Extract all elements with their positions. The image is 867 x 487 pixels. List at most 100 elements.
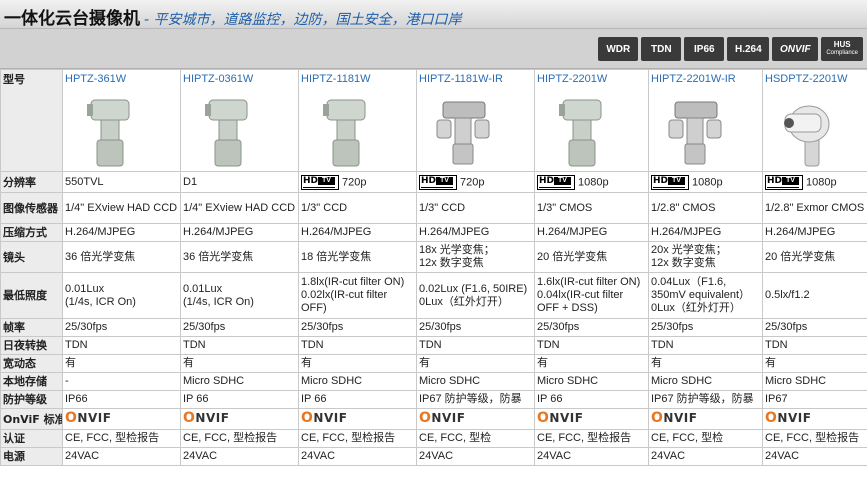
ir-ptz-camera-icon — [665, 90, 725, 170]
onvif-cell: ONVIF — [62, 408, 181, 430]
onvif-logo-icon: ONVIF — [765, 410, 812, 426]
row-label-day_night: 日夜转换 — [0, 336, 63, 355]
protection-cell: IP 66 — [298, 390, 417, 409]
row-label-cert: 认证 — [0, 429, 63, 448]
feature-badge-bar: WDR TDN IP66 H.264 ONVIF HUS Compliance — [0, 29, 867, 69]
wdr-cell: 有 — [62, 354, 181, 373]
min_illum-cell: 0.01Lux (1/4s, ICR On) — [62, 272, 181, 319]
resolution-value: 1080p — [578, 175, 609, 188]
resolution-cell: HD TV 1080p — [648, 171, 763, 193]
min_illum-cell: 0.02Lux (F1.6, 50IRE) 0Lux（红外灯开） — [416, 272, 535, 319]
product-model-name: HIPTZ-2201W-IR — [651, 73, 736, 85]
compression-cell: H.264/MJPEG — [298, 223, 417, 242]
min_illum-cell: 0.01Lux (1/4s, ICR On) — [180, 272, 299, 319]
product-model-cell: HPTZ-361W — [62, 69, 181, 172]
fps-cell: 25/30fps — [62, 318, 181, 337]
row-compression: 压缩方式 H.264/MJPEG H.264/MJPEG H.264/MJPEG H.2… — [0, 223, 867, 242]
product-model-name: HPTZ-361W — [65, 73, 127, 85]
row-onvif: OnViF 标准 ONVIF ONVIF ONVIF ONVIF ONVIF ONVIF ON… — [0, 408, 867, 430]
row-storage: 本地存储 - Micro SDHC Micro SDHC Micro SDHC Micro… — [0, 372, 867, 391]
page-header: 一体化云台摄像机 - 平安城市，道路监控，边防，国土安全，港口口岸 — [0, 0, 867, 29]
lens-cell: 18 倍光学变焦 — [298, 241, 417, 273]
product-model-name: HSDPTZ-2201W — [765, 73, 848, 85]
dome-ptz-camera-icon — [779, 90, 839, 170]
resolution-value: D1 — [183, 175, 198, 188]
wdr-cell: 有 — [416, 354, 535, 373]
power-cell: 24VAC — [180, 447, 299, 466]
compression-cell: H.264/MJPEG — [416, 223, 535, 242]
compression-cell: H.264/MJPEG — [180, 223, 299, 242]
protection-cell: IP66 — [62, 390, 181, 409]
product-model-name: HIPTZ-2201W — [537, 73, 608, 85]
protection-cell: IP67 — [762, 390, 867, 409]
day_night-cell: TDN — [180, 336, 299, 355]
power-cell: 24VAC — [648, 447, 763, 466]
lens-cell: 20 倍光学变焦 — [534, 241, 649, 273]
storage-cell: Micro SDHC — [648, 372, 763, 391]
onvif-cell: ONVIF — [416, 408, 535, 430]
onvif-cell: ONVIF — [298, 408, 417, 430]
sensor-cell: 1/2.8" Exmor CMOS — [762, 192, 867, 224]
sensor-cell: 1/3" CCD — [416, 192, 535, 224]
ptz-camera-icon — [79, 90, 139, 170]
row-power: 电源 24VAC 24VAC 24VAC 24VAC 24VAC 24VAC 24VAC — [0, 447, 867, 466]
row-resolution: 分辨率 550TVL D1 HD TV 720p HD TV 720p HD TV 1080p HD TV… — [0, 171, 867, 193]
wdr-cell: 有 — [180, 354, 299, 373]
cert-cell: CE, FCC, 型检报告 — [298, 429, 417, 448]
hdtv-logo-icon: HD TV — [419, 174, 457, 190]
fps-cell: 25/30fps — [534, 318, 649, 337]
resolution-value: 1080p — [692, 175, 723, 188]
product-model-cell: HIPTZ-1181W — [298, 69, 417, 172]
power-cell: 24VAC — [762, 447, 867, 466]
min_illum-cell: 0.5lx/f1.2 — [762, 272, 867, 319]
power-cell: 24VAC — [534, 447, 649, 466]
product-model-cell: HIPTZ-0361W — [180, 69, 299, 172]
badge-hus-compliance: HUS Compliance — [821, 37, 863, 61]
cert-cell: CE, FCC, 型检报告 — [762, 429, 867, 448]
row-label-min_illum: 最低照度 — [0, 272, 63, 319]
row-label-fps: 帧率 — [0, 318, 63, 337]
onvif-logo-icon: ONVIF — [651, 410, 698, 426]
min_illum-cell: 1.6lx(IR-cut filter ON) 0.04lx(IR-cut fi… — [534, 272, 649, 319]
storage-cell: Micro SDHC — [534, 372, 649, 391]
badge-onvif: ONVIF — [772, 37, 819, 61]
day_night-cell: TDN — [762, 336, 867, 355]
fps-cell: 25/30fps — [416, 318, 535, 337]
protection-cell: IP 66 — [534, 390, 649, 409]
product-model-name: HIPTZ-1181W-IR — [419, 73, 503, 85]
product-model-cell: HSDPTZ-2201W — [762, 69, 867, 172]
day_night-cell: TDN — [534, 336, 649, 355]
ir-ptz-camera-icon — [433, 90, 493, 170]
lens-cell: 20x 光学变焦； 12x 数字变焦 — [648, 241, 763, 273]
cert-cell: CE, FCC, 型检报告 — [534, 429, 649, 448]
storage-cell: Micro SDHC — [762, 372, 867, 391]
resolution-cell: D1 — [180, 171, 299, 193]
compression-cell: H.264/MJPEG — [534, 223, 649, 242]
row-label-protection: 防护等级 — [0, 390, 63, 409]
sensor-cell: 1/2.8" CMOS — [648, 192, 763, 224]
feature-badges: WDR TDN IP66 H.264 ONVIF HUS Compliance — [598, 37, 863, 61]
row-label-model: 型号 — [0, 69, 63, 172]
wdr-cell: 有 — [534, 354, 649, 373]
wdr-cell: 有 — [762, 354, 867, 373]
product-model-cell: HIPTZ-1181W-IR — [416, 69, 535, 172]
onvif-cell: ONVIF — [180, 408, 299, 430]
compression-cell: H.264/MJPEG — [762, 223, 867, 242]
resolution-cell: 550TVL — [62, 171, 181, 193]
min_illum-cell: 0.04Lux（F1.6, 350mV equivalent） 0Lux（红外灯… — [648, 272, 763, 319]
resolution-value: 550TVL — [65, 175, 104, 188]
onvif-cell: ONVIF — [534, 408, 649, 430]
badge-wdr: WDR — [598, 37, 639, 61]
storage-cell: Micro SDHC — [416, 372, 535, 391]
product-model-name: HIPTZ-0361W — [183, 73, 254, 85]
badge-ip66: IP66 — [684, 37, 725, 61]
hdtv-logo-icon: HD TV — [651, 174, 689, 190]
product-model-cell: HIPTZ-2201W — [534, 69, 649, 172]
power-cell: 24VAC — [298, 447, 417, 466]
protection-cell: IP67 防护等级，防暴 — [648, 390, 763, 409]
protection-cell: IP 66 — [180, 390, 299, 409]
sensor-cell: 1/4" EXview HAD CCD — [180, 192, 299, 224]
day_night-cell: TDN — [416, 336, 535, 355]
day_night-cell: TDN — [62, 336, 181, 355]
row-label-onvif: OnViF 标准 — [0, 408, 63, 430]
